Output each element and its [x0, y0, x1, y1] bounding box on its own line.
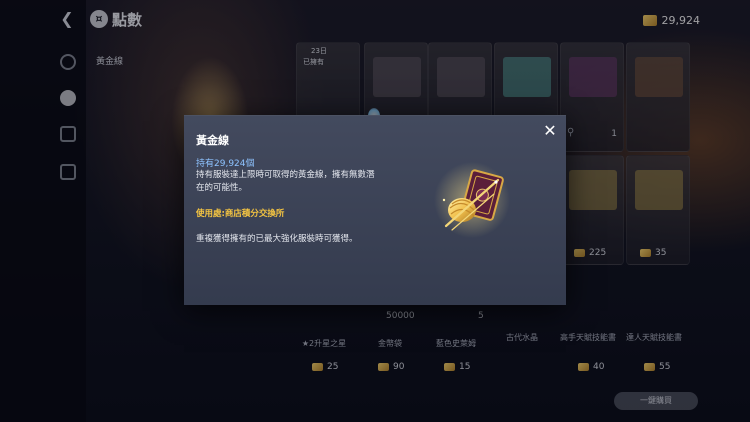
acquisition-note: 重複獲得擁有的已最大強化服裝時可獲得。 — [196, 234, 358, 244]
modal-title: 黃金線 — [196, 134, 229, 147]
close-icon[interactable]: ✕ — [540, 121, 560, 141]
item-info-modal: 黃金線 ✕ 持有29,924個 持有服裝達上限時可取得的黃金線，擁有無數潛在的可… — [184, 115, 566, 305]
item-description: 持有服裝達上限時可取得的黃金線，擁有無數潛在的可能性。 — [196, 170, 375, 193]
gold-thread-icon — [434, 162, 510, 238]
usage-location: 使用處:商店積分交換所 — [196, 209, 285, 219]
owned-count: 持有29,924個 — [196, 159, 255, 169]
